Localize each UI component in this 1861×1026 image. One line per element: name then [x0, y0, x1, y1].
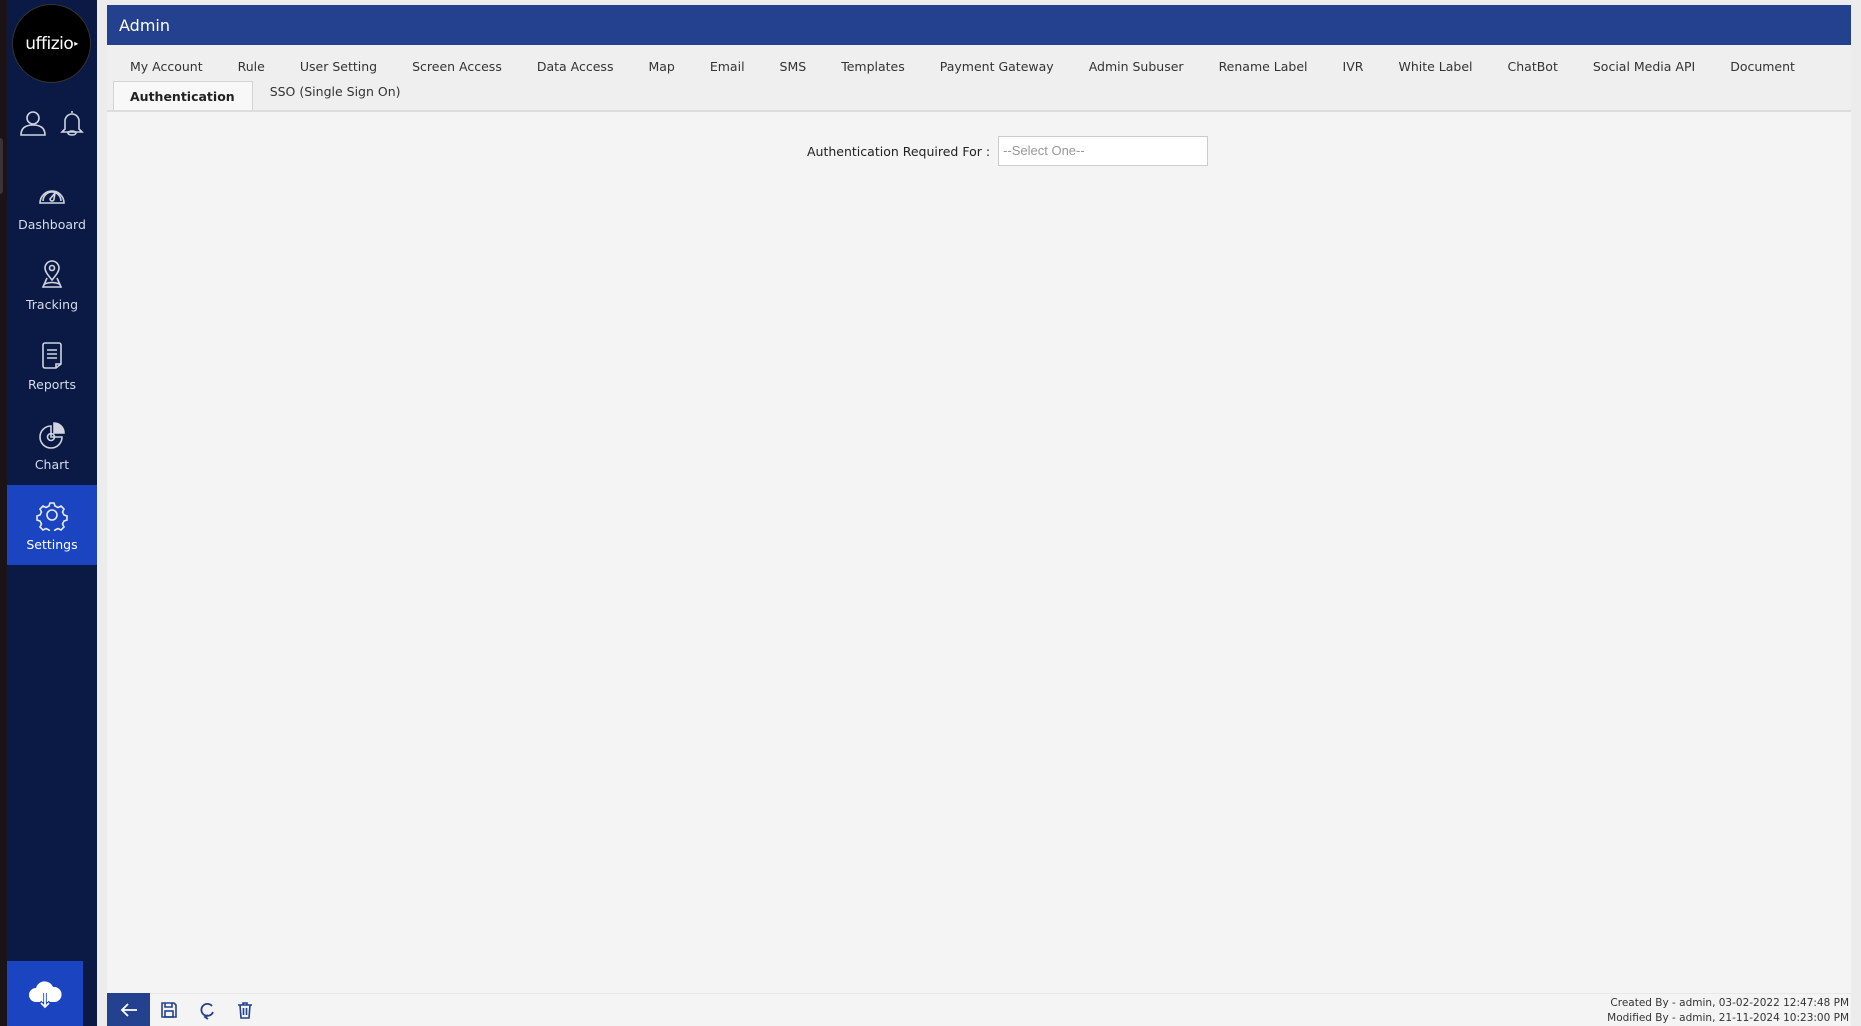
audit-info: Created By - admin, 03-02-2022 12:47:48 …: [1607, 996, 1849, 1026]
arrow-left-icon: [120, 1002, 137, 1017]
sidebar-item-settings[interactable]: Settings: [7, 485, 97, 565]
tab-screen-access[interactable]: Screen Access: [395, 51, 520, 80]
footer-actions: [107, 993, 264, 1026]
tab-data-access[interactable]: Data Access: [520, 51, 632, 80]
notifications-bell-icon[interactable]: [57, 108, 87, 142]
sidebar-item-reports[interactable]: Reports: [7, 325, 97, 405]
auth-required-select[interactable]: --Select One--: [998, 136, 1209, 166]
sidebar-top-icons: [7, 108, 97, 142]
chart-pie-icon: [39, 421, 65, 449]
sidebar-item-tracking[interactable]: Tracking: [7, 245, 97, 325]
tab-rule[interactable]: Rule: [221, 51, 283, 80]
tab-map[interactable]: Map: [631, 51, 692, 80]
tab-my-account[interactable]: My Account: [113, 51, 221, 80]
tab-email[interactable]: Email: [693, 51, 763, 80]
tab-authentication[interactable]: Authentication: [113, 80, 253, 110]
tab-user-setting[interactable]: User Setting: [283, 51, 395, 80]
settings-gear-icon: [36, 501, 68, 531]
edge-handle: [0, 138, 3, 194]
tab-white-label[interactable]: White Label: [1381, 51, 1490, 80]
tab-templates[interactable]: Templates: [824, 51, 923, 80]
sidebar: uffizio ▸ Dashboard Tracking Reports Char…: [7, 0, 97, 1026]
tab-chatbot[interactable]: ChatBot: [1491, 51, 1576, 80]
window-edge: [0, 0, 7, 1026]
delete-button[interactable]: [226, 993, 264, 1026]
trash-icon: [238, 1001, 252, 1019]
logo-text: uffizio: [25, 33, 74, 54]
sidebar-item-label: Chart: [34, 456, 70, 472]
tracking-pin-icon: [41, 259, 63, 288]
tab-ivr[interactable]: IVR: [1326, 51, 1382, 80]
auth-required-label: Authentication Required For :: [807, 143, 991, 159]
cloud-download-button[interactable]: [7, 961, 83, 1026]
page-header: Admin: [107, 5, 1851, 45]
cloud-download-icon: [29, 980, 62, 1009]
modified-by: Modified By - admin, 21-11-2024 10:23:00…: [1607, 1012, 1849, 1024]
save-button[interactable]: [150, 993, 188, 1026]
tab-document[interactable]: Document: [1713, 51, 1813, 80]
logo-arrow: ▸: [74, 39, 78, 48]
admin-tabs: My Account Rule User Setting Screen Acce…: [107, 45, 1851, 112]
tab-sso[interactable]: SSO (Single Sign On): [253, 81, 419, 110]
page-title: Admin: [119, 15, 170, 35]
sidebar-item-dashboard[interactable]: Dashboard: [7, 165, 97, 245]
footer-bar: Created By - admin, 03-02-2022 12:47:48 …: [107, 993, 1851, 1026]
save-floppy-icon: [161, 1001, 177, 1018]
sidebar-item-label: Tracking: [25, 296, 79, 312]
tab-social-media-api[interactable]: Social Media API: [1576, 51, 1713, 80]
admin-panel: Admin My Account Rule User Setting Scree…: [107, 5, 1851, 1026]
user-profile-icon[interactable]: [18, 108, 48, 142]
sidebar-item-label: Settings: [26, 536, 78, 552]
tab-sms[interactable]: SMS: [763, 51, 825, 80]
dashboard-gauge-icon: [39, 189, 65, 204]
refresh-icon: [200, 1002, 214, 1020]
refresh-button[interactable]: [188, 993, 226, 1026]
auth-required-row: Authentication Required For : --Select O…: [807, 136, 1209, 166]
sidebar-item-label: Dashboard: [18, 216, 86, 232]
sidebar-item-label: Reports: [28, 376, 76, 392]
tab-payment-gateway[interactable]: Payment Gateway: [923, 51, 1072, 80]
tab-rename-label[interactable]: Rename Label: [1202, 51, 1326, 80]
created-by: Created By - admin, 03-02-2022 12:47:48 …: [1610, 997, 1849, 1009]
back-button[interactable]: [107, 993, 150, 1026]
sidebar-item-chart[interactable]: Chart: [7, 405, 97, 485]
tab-admin-subuser[interactable]: Admin Subuser: [1072, 51, 1202, 80]
brand-logo[interactable]: uffizio ▸: [12, 4, 91, 83]
reports-document-icon: [42, 341, 62, 369]
